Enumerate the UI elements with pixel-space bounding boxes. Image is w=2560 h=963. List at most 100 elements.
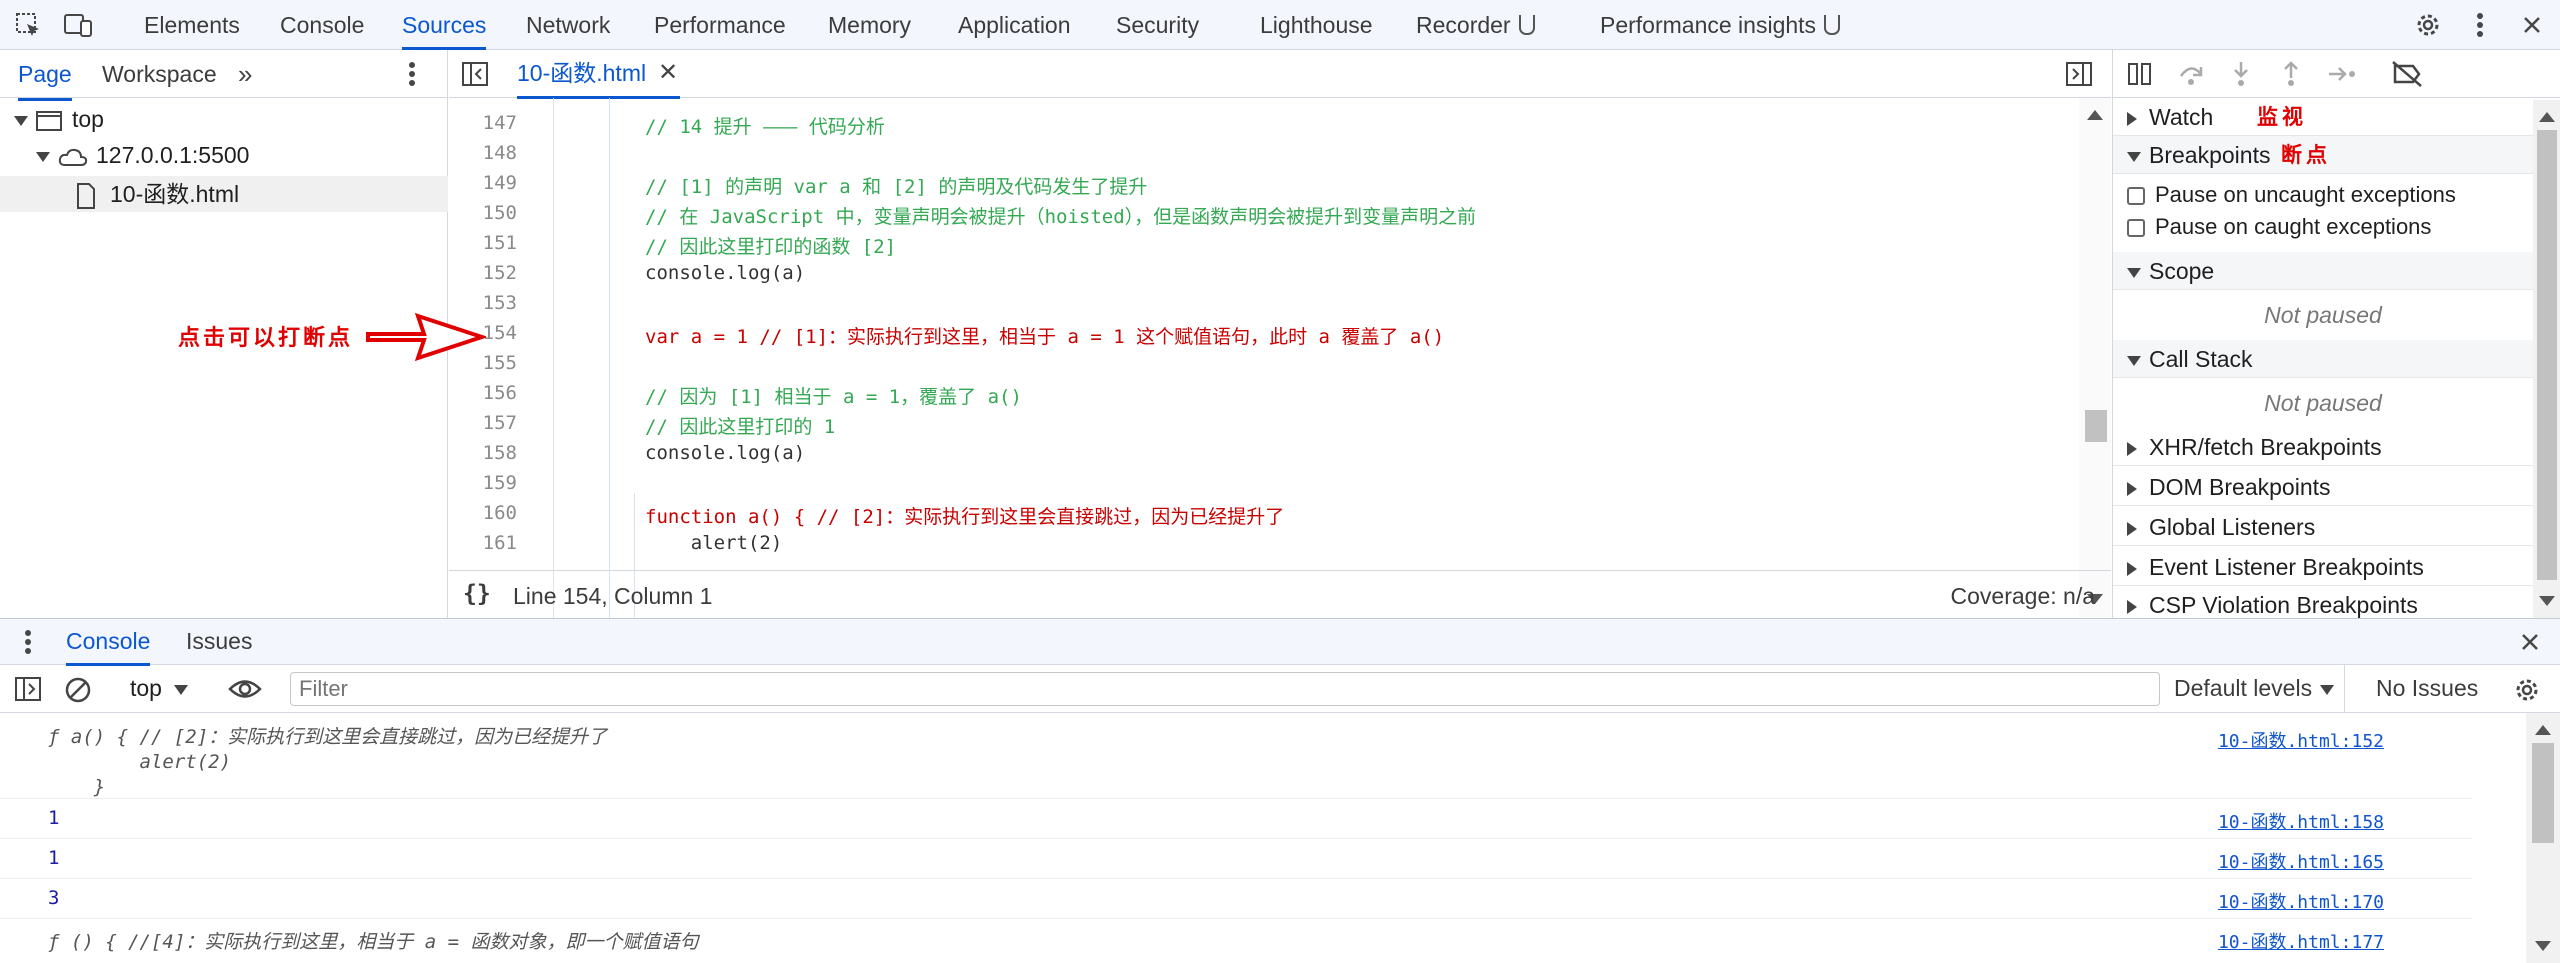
tab-sources[interactable]: Sources <box>402 0 487 50</box>
toggle-sidebar-icon[interactable] <box>14 676 42 702</box>
source-link[interactable]: 10-函数.html:158 <box>2218 808 2384 834</box>
scroll-thumb[interactable] <box>2532 743 2554 843</box>
line-number[interactable]: 150 <box>449 202 517 224</box>
source-link[interactable]: 10-函数.html:152 <box>2218 727 2384 753</box>
step-out-icon[interactable] <box>2279 60 2303 88</box>
scope-section[interactable]: Scope <box>2113 252 2533 290</box>
csp-breakpoints-section[interactable]: CSP Violation Breakpoints <box>2113 586 2533 618</box>
dom-breakpoints-section[interactable]: DOM Breakpoints <box>2113 468 2533 506</box>
log-levels-label: Default levels <box>2174 675 2313 701</box>
close-tab-icon[interactable]: ✕ <box>658 50 678 96</box>
console-drawer: Console Issues top Default levels No Iss… <box>0 618 2560 963</box>
line-number[interactable]: 156 <box>449 382 517 404</box>
tab-memory[interactable]: Memory <box>828 0 911 50</box>
tab-workspace[interactable]: Workspace <box>102 50 217 98</box>
line-number[interactable]: 160 <box>449 502 517 524</box>
line-number[interactable]: 153 <box>449 292 517 314</box>
code-line: alert(2) <box>645 532 783 554</box>
line-number[interactable]: 158 <box>449 442 517 464</box>
scroll-thumb[interactable] <box>2085 410 2107 442</box>
message-text: ƒ a() { // [2]：实际执行到这里会直接跳过，因为已经提升了 aler… <box>48 725 607 800</box>
tree-item-top[interactable]: top <box>14 106 104 133</box>
line-number[interactable]: 149 <box>449 172 517 194</box>
line-number[interactable]: 147 <box>449 112 517 134</box>
drawer-tab-console[interactable]: Console <box>66 619 151 666</box>
line-number[interactable]: 155 <box>449 352 517 374</box>
source-link[interactable]: 10-函数.html:165 <box>2218 848 2384 874</box>
editor-scrollbar[interactable] <box>2079 98 2111 618</box>
tree-item-file[interactable]: 10-函数.html <box>0 176 448 212</box>
tab-application[interactable]: Application <box>958 0 1071 50</box>
tab-console[interactable]: Console <box>280 0 364 50</box>
tab-security[interactable]: Security <box>1116 0 1199 50</box>
line-number[interactable]: 151 <box>449 232 517 254</box>
checkbox-uncaught[interactable] <box>2127 187 2145 206</box>
context-selector[interactable]: top <box>130 675 188 702</box>
line-number[interactable]: 152 <box>449 262 517 284</box>
cloud-icon <box>58 148 88 166</box>
scroll-up-icon[interactable] <box>2087 110 2103 120</box>
checkbox-caught[interactable] <box>2127 219 2145 238</box>
code-line: // 因为 [1] 相当于 a = 1，覆盖了 a() <box>645 386 1022 408</box>
scroll-thumb[interactable] <box>2537 130 2557 580</box>
step-into-icon[interactable] <box>2229 60 2253 88</box>
pretty-print-icon[interactable]: {} <box>463 581 491 607</box>
event-listener-breakpoints-section[interactable]: Event Listener Breakpoints <box>2113 548 2533 586</box>
source-link[interactable]: 10-函数.html:170 <box>2218 888 2384 914</box>
watch-section[interactable]: Watch 监视 <box>2113 98 2533 136</box>
inspect-element-icon[interactable] <box>8 0 48 50</box>
close-devtools-icon[interactable] <box>2512 0 2552 50</box>
line-number[interactable]: 159 <box>449 472 517 494</box>
tab-recorder[interactable]: Recorder <box>1416 0 1535 50</box>
line-number[interactable]: 157 <box>449 412 517 434</box>
clear-console-icon[interactable] <box>64 676 92 704</box>
toggle-navigator-icon[interactable] <box>461 61 489 92</box>
more-tabs-chevron-icon[interactable]: » <box>238 50 252 98</box>
log-levels-dropdown[interactable]: Default levels <box>2174 675 2335 702</box>
sidebar-scrollbar[interactable] <box>2533 100 2560 618</box>
global-listeners-section[interactable]: Global Listeners <box>2113 508 2533 546</box>
navigator-menu-icon[interactable] <box>408 50 416 114</box>
issues-counter[interactable]: No Issues <box>2376 675 2478 702</box>
console-settings-gear-icon[interactable] <box>2512 675 2542 705</box>
tab-network[interactable]: Network <box>526 0 610 50</box>
close-drawer-icon[interactable] <box>2520 632 2540 652</box>
tab-elements[interactable]: Elements <box>144 0 240 50</box>
tree-item-host[interactable]: 127.0.0.1:5500 <box>36 142 249 169</box>
breakpoints-section[interactable]: Breakpoints 断点 <box>2113 136 2533 174</box>
pause-icon[interactable] <box>2127 62 2153 86</box>
scroll-up-icon[interactable] <box>2535 725 2551 735</box>
tab-performance[interactable]: Performance <box>654 0 786 50</box>
tab-page[interactable]: Page <box>18 50 72 101</box>
drawer-menu-icon[interactable] <box>24 629 32 655</box>
deactivate-breakpoints-icon[interactable] <box>2391 60 2423 88</box>
step-icon[interactable] <box>2327 62 2357 86</box>
tree-label-file: 10-函数.html <box>110 181 240 207</box>
scroll-down-icon[interactable] <box>2535 941 2551 951</box>
line-number[interactable]: 161 <box>449 532 517 554</box>
file-tab[interactable]: 10-函数.html ✕ <box>517 50 681 99</box>
tab-performance-insights[interactable]: Performance insights <box>1600 0 1841 50</box>
scope-label: Scope <box>2149 258 2215 284</box>
drawer-tab-issues[interactable]: Issues <box>186 619 252 663</box>
scroll-up-icon[interactable] <box>2539 112 2555 122</box>
console-filter-input[interactable] <box>290 672 2160 706</box>
device-toolbar-icon[interactable] <box>58 0 98 50</box>
pause-uncaught-option[interactable]: Pause on uncaught exceptions <box>2127 182 2456 208</box>
xhr-breakpoints-section[interactable]: XHR/fetch Breakpoints <box>2113 428 2533 466</box>
settings-gear-icon[interactable] <box>2408 0 2448 50</box>
scroll-down-icon[interactable] <box>2539 596 2555 606</box>
live-expression-eye-icon[interactable] <box>228 676 262 702</box>
console-scrollbar[interactable] <box>2526 713 2560 963</box>
line-number[interactable]: 154 <box>449 322 517 344</box>
more-options-icon[interactable] <box>2460 0 2500 50</box>
step-over-icon[interactable] <box>2177 62 2205 86</box>
tab-lighthouse[interactable]: Lighthouse <box>1260 0 1373 50</box>
toggle-debugger-icon[interactable] <box>2065 61 2093 92</box>
callstack-section[interactable]: Call Stack <box>2113 340 2533 378</box>
code-area[interactable]: 147 // 14 提升 ——— 代码分析 148 149 // [1] 的声明… <box>449 98 2079 618</box>
expand-arrow-icon <box>14 115 28 126</box>
line-number[interactable]: 148 <box>449 142 517 164</box>
source-link[interactable]: 10-函数.html:177 <box>2218 928 2384 954</box>
pause-caught-option[interactable]: Pause on caught exceptions <box>2127 214 2431 240</box>
